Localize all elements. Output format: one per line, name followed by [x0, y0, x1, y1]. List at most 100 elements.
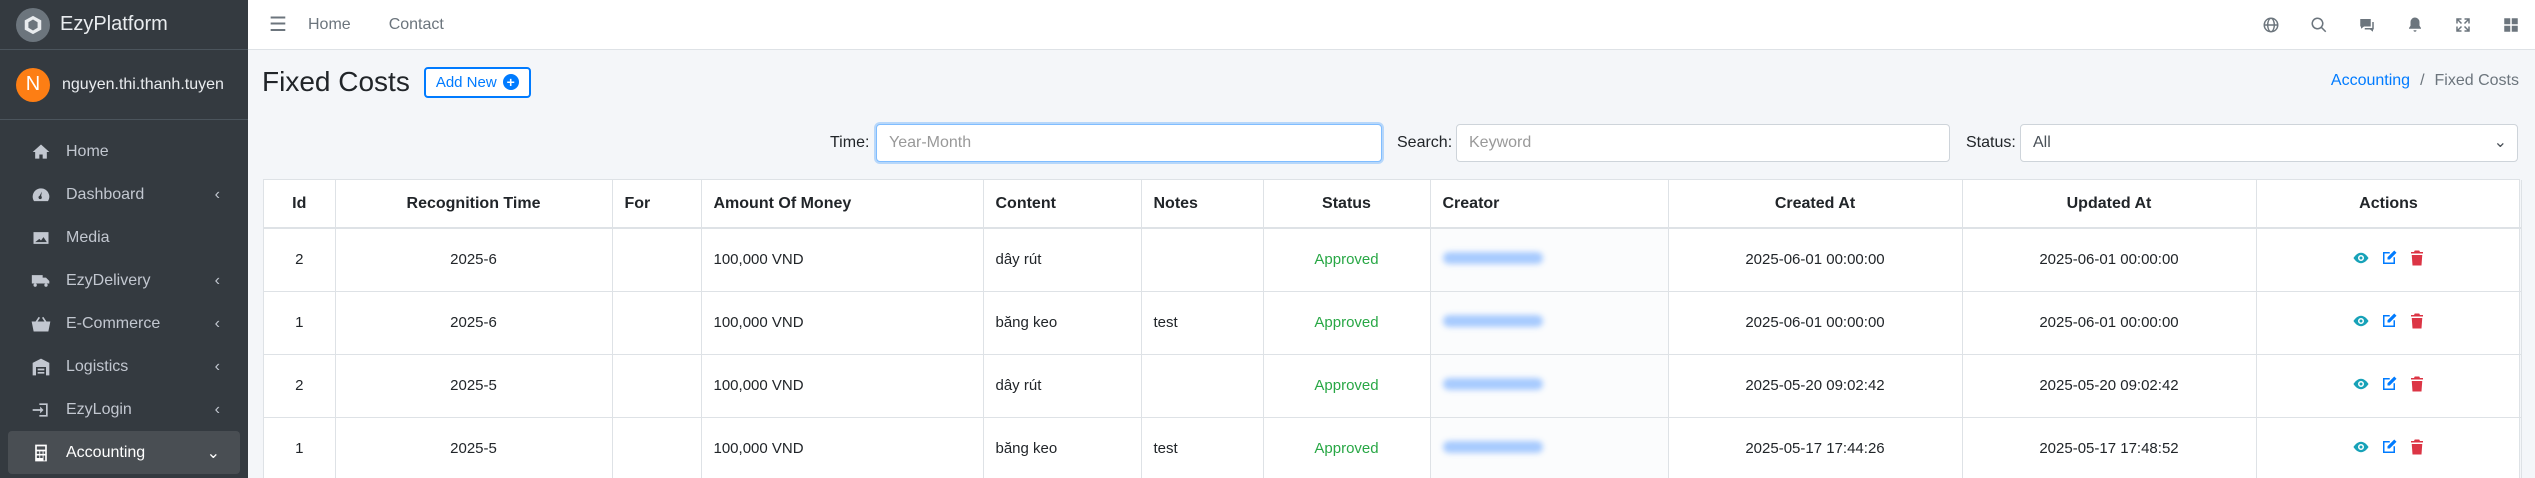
cell-creator[interactable]	[1430, 290, 1669, 354]
sidebar-item-ezylogin[interactable]: EzyLogin ‹	[8, 388, 240, 431]
fixed-costs-table-card: Id Recognition Time For Amount Of Money …	[263, 179, 2522, 478]
edit-icon[interactable]	[2380, 312, 2398, 334]
edit-icon[interactable]	[2380, 375, 2398, 397]
table-row: 1 2025-5 100,000 VND băng keo test Approved 20…	[264, 416, 2522, 478]
sidebar-item-ezydelivery[interactable]: EzyDelivery ‹	[8, 259, 240, 302]
top-right-icons	[2247, 0, 2535, 50]
sidebar-item-media[interactable]: Media	[8, 216, 240, 259]
globe-icon[interactable]	[2247, 0, 2295, 50]
cell-id: 1	[264, 290, 336, 354]
cell-notes	[1141, 353, 1264, 417]
sign-in-icon	[30, 399, 52, 421]
search-placeholder: Keyword	[1469, 134, 1532, 151]
sidebar-item-label: Logistics	[66, 357, 129, 375]
cell-for	[612, 416, 702, 478]
shopping-basket-icon	[30, 313, 52, 335]
cell-amount: 100,000 VND	[701, 416, 984, 478]
calculator-icon	[30, 442, 52, 464]
view-eye-icon[interactable]	[2352, 375, 2370, 397]
creator-link-redacted[interactable]	[1442, 378, 1543, 390]
sidebar-item-label: Dashboard	[66, 185, 145, 203]
bell-icon[interactable]	[2391, 0, 2439, 50]
edit-icon[interactable]	[2380, 249, 2398, 271]
creator-link-redacted[interactable]	[1442, 252, 1543, 265]
time-label: Time:	[830, 134, 870, 151]
search-icon[interactable]	[2295, 0, 2343, 50]
view-eye-icon[interactable]	[2352, 438, 2370, 460]
col-for: For	[612, 180, 702, 229]
expand-icon[interactable]	[2439, 0, 2487, 50]
delete-trash-icon[interactable]	[2408, 375, 2426, 397]
col-notes: Notes	[1141, 180, 1264, 229]
col-actions: Actions	[2256, 180, 2522, 229]
truck-icon	[30, 270, 52, 292]
fixed-costs-table: Id Recognition Time For Amount Of Money …	[264, 180, 2522, 478]
status-label: Status:	[1966, 134, 2016, 151]
sidebar-item-dashboard[interactable]: Dashboard ‹	[8, 173, 240, 216]
cell-updated-at: 2025-05-17 17:48:52	[1962, 416, 2257, 478]
search-input[interactable]: Keyword	[1456, 124, 1950, 162]
creator-link-redacted[interactable]	[1442, 315, 1543, 327]
user-panel[interactable]: N nguyen.thi.thanh.tuyen	[0, 50, 248, 120]
cell-status: Approved	[1263, 290, 1431, 354]
top-link-home[interactable]: Home	[308, 16, 351, 34]
chevron-icon: ‹	[214, 314, 220, 332]
cell-creator[interactable]	[1430, 353, 1669, 417]
grid-icon[interactable]	[2487, 0, 2535, 50]
content-header: Fixed Costs Add New +	[262, 66, 531, 98]
chevron-icon: ⌄	[206, 444, 220, 462]
chevron-down-icon: ⌄	[2493, 134, 2507, 151]
top-link-contact[interactable]: Contact	[389, 16, 444, 34]
col-updated-at: Updated At	[1962, 180, 2257, 229]
sidebar-item-label: E-Commerce	[66, 314, 161, 332]
cell-for	[612, 353, 702, 417]
brand[interactable]: EzyPlatform	[0, 0, 248, 50]
delete-trash-icon[interactable]	[2408, 249, 2426, 271]
cell-id: 2	[264, 353, 336, 417]
sidebar-item-e-commerce[interactable]: E-Commerce ‹	[8, 302, 240, 345]
dashboard-icon	[30, 184, 52, 206]
col-amount: Amount Of Money	[701, 180, 984, 229]
status-select[interactable]: All ⌄	[2020, 124, 2518, 162]
breadcrumb: Accounting / Fixed Costs	[2331, 72, 2519, 90]
time-input[interactable]: Year-Month	[876, 124, 1382, 162]
sidebar-item-accounting[interactable]: Accounting ⌄	[8, 431, 240, 474]
cell-id: 2	[264, 227, 336, 291]
cell-actions	[2256, 416, 2522, 478]
sidebar-item-logistics[interactable]: Logistics ‹	[8, 345, 240, 388]
cell-id: 1	[264, 416, 336, 478]
cell-notes	[1141, 227, 1264, 291]
cell-creator[interactable]	[1430, 416, 1669, 478]
delete-trash-icon[interactable]	[2408, 312, 2426, 334]
col-created-at: Created At	[1668, 180, 1963, 229]
breadcrumb-accounting[interactable]: Accounting	[2331, 72, 2410, 90]
image-icon	[30, 227, 52, 249]
col-status: Status	[1263, 180, 1431, 229]
add-new-button[interactable]: Add New +	[423, 66, 531, 98]
cell-recognition-time: 2025-5	[335, 353, 613, 417]
sidebar-item-label: EzyLogin	[66, 400, 132, 418]
sidebar-item-label: Media	[66, 228, 110, 246]
view-eye-icon[interactable]	[2352, 249, 2370, 271]
col-id: Id	[264, 180, 336, 229]
sidebar-item-label: EzyDelivery	[66, 271, 151, 289]
menu-toggle-icon[interactable]: ☰	[248, 12, 308, 37]
cell-updated-at: 2025-05-20 09:02:42	[1962, 353, 2257, 417]
col-content: Content	[983, 180, 1142, 229]
cell-status: Approved	[1263, 416, 1431, 478]
cell-content: băng keo	[983, 290, 1142, 354]
sidebar-item-label: Accounting	[66, 443, 146, 461]
delete-trash-icon[interactable]	[2408, 438, 2426, 460]
sidebar-nav: Home Dashboard ‹ Media EzyDelivery ‹ E-Commerc…	[0, 120, 248, 474]
chevron-icon: ‹	[214, 400, 220, 418]
cell-content: dây rút	[983, 353, 1142, 417]
comments-icon[interactable]	[2343, 0, 2391, 50]
creator-link-redacted[interactable]	[1442, 441, 1543, 454]
table-row: 2 2025-5 100,000 VND dây rút Approved 2025-05…	[264, 353, 2522, 417]
view-eye-icon[interactable]	[2352, 312, 2370, 334]
cell-creator[interactable]	[1430, 227, 1669, 291]
table-row: 2 2025-6 100,000 VND dây rút Approved 2025-06…	[264, 227, 2522, 291]
cell-notes: test	[1141, 290, 1264, 354]
edit-icon[interactable]	[2380, 438, 2398, 460]
plus-circle-icon: +	[502, 74, 519, 90]
